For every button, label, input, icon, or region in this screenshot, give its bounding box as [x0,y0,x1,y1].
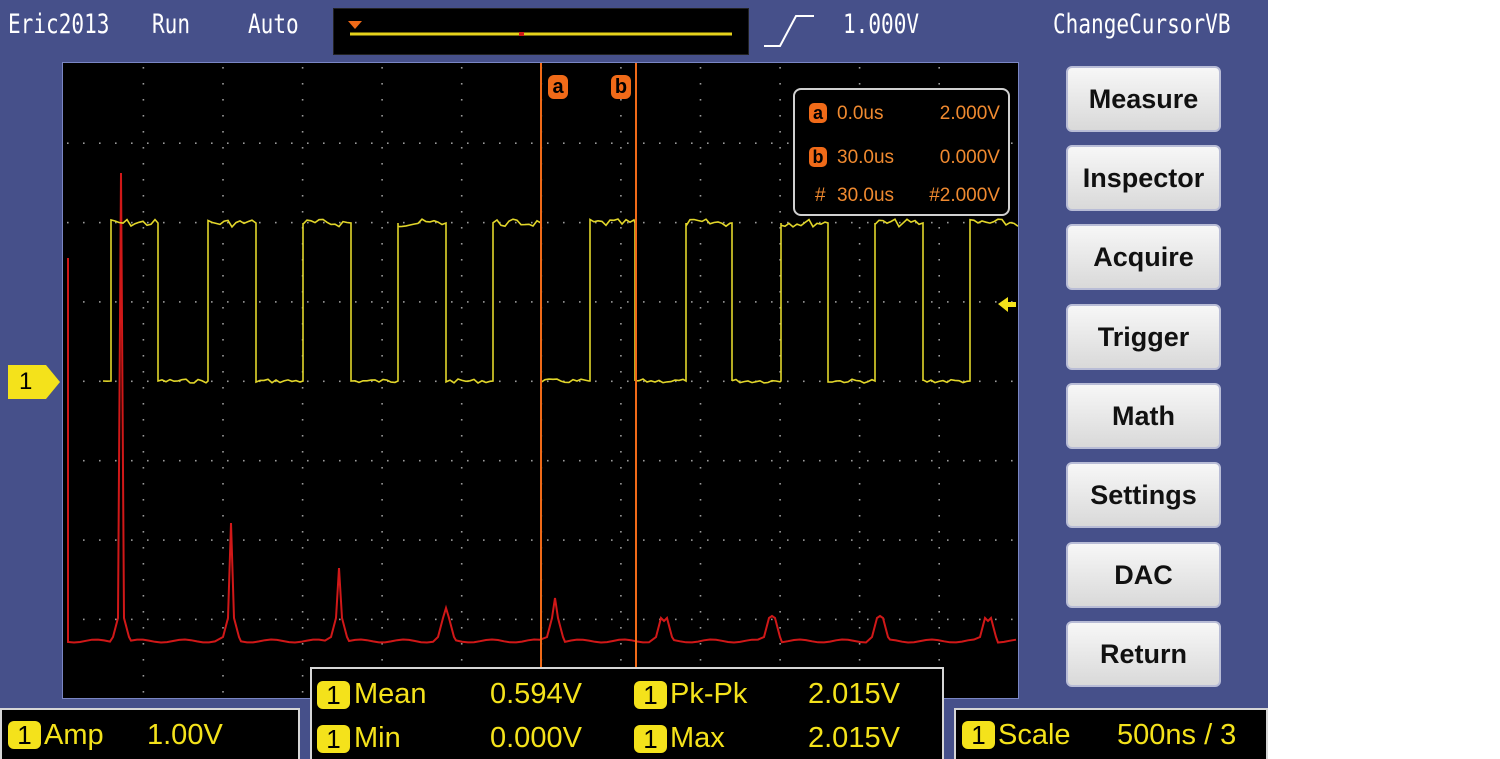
channel1-marker[interactable]: 1 [8,365,60,399]
return-button[interactable]: Return [1066,621,1221,687]
run-state[interactable]: Run [152,9,190,40]
pkpk-label: Pk-Pk [670,678,748,710]
amp-label: Amp [44,719,104,751]
measure-button[interactable]: Measure [1066,66,1221,132]
cursor-a-volt: 2.000V [939,103,1000,124]
cursor-b-tag[interactable]: b [611,75,631,99]
channel-badge: 1 [634,681,667,709]
channel1-trace [102,218,1018,384]
trigger-position-bar[interactable] [333,8,749,55]
channel-badge: 1 [634,725,667,753]
min-value: 0.000V [490,722,582,754]
mean-label: Mean [354,678,427,710]
scale-label: Scale [998,719,1071,751]
cursor-a-badge: a [809,103,827,123]
trigger-button[interactable]: Trigger [1066,304,1221,370]
amp-value: 1.00V [147,719,223,751]
dac-button[interactable]: DAC [1066,542,1221,608]
cursor-readout: a 0.0us 2.000V b 30.0us 0.000V # 30.0us … [793,88,1010,216]
cursor-b-volt: 0.000V [939,147,1000,168]
scale-panel[interactable]: 1 Scale 500ns / 3 [954,708,1268,759]
settings-button[interactable]: Settings [1066,462,1221,528]
trigger-mode[interactable]: Auto [248,9,299,40]
min-label: Min [354,722,401,754]
scale-value: 500ns / 3 [1117,719,1237,751]
delta-symbol: # [815,185,826,206]
left-arrow-icon [998,297,1016,312]
rising-edge-icon [762,12,816,55]
inspector-button[interactable]: Inspector [1066,145,1221,211]
menu-title: ChangeCursorVB [1053,9,1231,40]
max-label: Max [670,722,725,754]
channel-badge: 1 [317,725,350,753]
device-name: Eric2013 [8,9,110,40]
cursor-a-time: 0.0us [837,103,884,124]
trigger-level: 1.000V [843,9,920,40]
channel-badge: 1 [317,681,350,709]
cursor-b-time: 30.0us [837,147,895,168]
mean-value: 0.594V [490,678,582,710]
math-button[interactable]: Math [1066,383,1221,449]
cursor-delta-time: 30.0us [837,185,895,206]
pkpk-value: 2.015V [808,678,900,710]
measurement-panel: 1 Mean 0.594V 1 Pk-Pk 2.015V 1 Min 0.000… [310,667,944,759]
max-value: 2.015V [808,722,900,754]
channel1-marker-label: 1 [19,368,33,395]
oscilloscope-screen: Eric2013 Run Auto 1.000V ChangeCursorVB … [0,0,1268,759]
channel-badge: 1 [8,721,41,749]
cursor-delta-volt: #2.000V [929,185,1000,206]
channel-badge: 1 [962,721,995,749]
cursor-a-tag[interactable]: a [548,75,568,99]
cursor-b-badge: b [809,147,827,167]
acquire-button[interactable]: Acquire [1066,224,1221,290]
amp-panel[interactable]: 1 Amp 1.00V [0,708,300,759]
